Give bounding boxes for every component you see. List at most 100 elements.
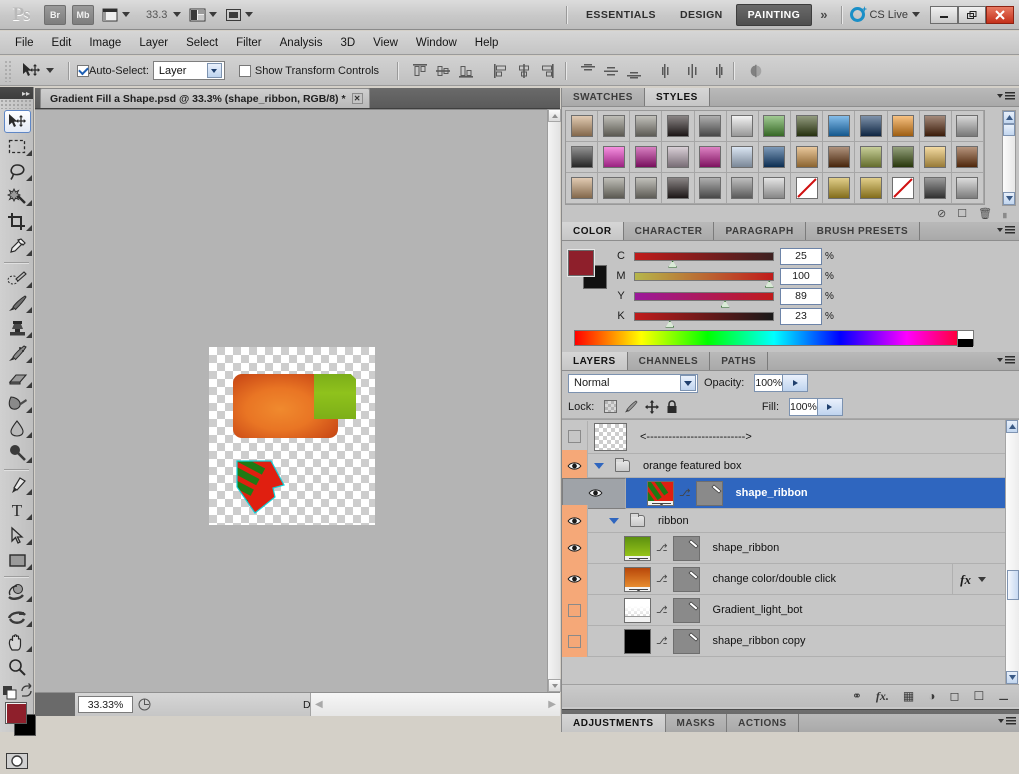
- style-swatch[interactable]: [566, 142, 599, 173]
- tool-3d-camera-rotate[interactable]: [0, 605, 34, 630]
- black-white-swatches[interactable]: [957, 331, 973, 347]
- align-top-edges-icon[interactable]: [412, 63, 428, 79]
- workspace-tab-design[interactable]: DESIGN: [669, 4, 734, 26]
- link-layers-icon[interactable]: ⚭: [852, 689, 862, 703]
- layer-row[interactable]: ribbon: [562, 505, 1019, 536]
- auto-align-layers-icon[interactable]: [748, 63, 764, 79]
- channel-value-k[interactable]: 23: [780, 307, 822, 325]
- style-swatch[interactable]: [791, 173, 824, 204]
- channel-slider-thumb-y[interactable]: [720, 300, 730, 308]
- layer-vector-mask-thumbnail[interactable]: [672, 597, 700, 623]
- layer-vector-mask-thumbnail[interactable]: [695, 480, 723, 506]
- restore-button[interactable]: [958, 5, 986, 24]
- style-swatch[interactable]: [951, 173, 984, 204]
- tab-swatches[interactable]: SWATCHES: [562, 88, 645, 106]
- distribute-vertical-centers-icon[interactable]: [603, 63, 619, 79]
- artboard[interactable]: [209, 347, 375, 525]
- tool-history-brush[interactable]: [0, 341, 34, 366]
- canvas-horizontal-scrollbar[interactable]: ◀ ▶: [310, 693, 560, 716]
- layer-effects-indicator[interactable]: fx: [952, 564, 993, 595]
- tab-actions[interactable]: ACTIONS: [727, 714, 799, 732]
- menu-filter[interactable]: Filter: [227, 35, 271, 51]
- clear-style-icon[interactable]: ⊘: [937, 207, 946, 220]
- channel-slider-y[interactable]: [634, 291, 774, 308]
- style-swatch[interactable]: [855, 111, 888, 142]
- style-swatch[interactable]: [630, 173, 663, 204]
- bottom-panel-menu-button[interactable]: [998, 717, 1016, 725]
- close-button[interactable]: [986, 5, 1014, 24]
- tools-panel-collapse-button[interactable]: ▸▸: [0, 87, 33, 99]
- color-panel-menu-button[interactable]: [997, 226, 1015, 234]
- layer-thumbnail[interactable]: [647, 480, 674, 506]
- scroll-left-button[interactable]: ◀: [315, 699, 323, 710]
- new-layer-icon[interactable]: ☐: [973, 689, 984, 703]
- style-swatch[interactable]: [887, 142, 920, 173]
- tool-move[interactable]: [0, 109, 34, 134]
- tab-paragraph[interactable]: PARAGRAPH: [714, 222, 806, 240]
- align-right-edges-icon[interactable]: [539, 63, 555, 79]
- launch-bridge-button[interactable]: Br: [44, 4, 66, 25]
- tab-color[interactable]: COLOR: [562, 222, 624, 240]
- layer-vector-mask-thumbnail[interactable]: [672, 628, 700, 654]
- tool-preset-chevron-icon[interactable]: [46, 68, 54, 73]
- menu-window[interactable]: Window: [407, 35, 466, 51]
- foreground-color-swatch[interactable]: [568, 250, 594, 276]
- tab-masks[interactable]: MASKS: [665, 714, 728, 732]
- mask-link-icon[interactable]: ⎇: [656, 605, 668, 616]
- style-swatch[interactable]: [694, 142, 727, 173]
- tool-eyedropper[interactable]: [0, 234, 34, 259]
- screen-mode-button[interactable]: [225, 4, 254, 26]
- style-swatch[interactable]: [598, 142, 631, 173]
- channel-slider-k[interactable]: [634, 311, 774, 328]
- layer-thumbnail[interactable]: [594, 422, 627, 451]
- tab-layers[interactable]: LAYERS: [562, 352, 628, 370]
- tab-brush-presets[interactable]: BRUSH PRESETS: [805, 222, 921, 240]
- zoom-percent-input[interactable]: 33.33%: [78, 696, 133, 713]
- layer-visibility-toggle[interactable]: [562, 421, 588, 452]
- canvas-vertical-scrollbar[interactable]: [547, 109, 561, 692]
- layer-visibility-toggle[interactable]: [562, 563, 588, 595]
- distribute-horizontal-centers-icon[interactable]: [684, 63, 700, 79]
- style-swatch[interactable]: [598, 173, 631, 204]
- layer-row-content[interactable]: ⎇ Gradient_light_bot: [588, 595, 1019, 625]
- layer-row[interactable]: ⎇ shape_ribbon copy: [562, 625, 1019, 657]
- align-vertical-centers-icon[interactable]: [435, 63, 451, 79]
- zoom-level-display[interactable]: 33.3: [146, 9, 167, 21]
- layer-row[interactable]: orange featured box: [562, 450, 1019, 481]
- tab-character[interactable]: CHARACTER: [623, 222, 715, 240]
- style-swatch[interactable]: [951, 142, 984, 173]
- auto-select-checkbox[interactable]: [77, 64, 89, 77]
- menu-analysis[interactable]: Analysis: [271, 35, 332, 51]
- align-horizontal-centers-icon[interactable]: [516, 63, 532, 79]
- opacity-slider-button[interactable]: [782, 375, 808, 391]
- delete-layer-icon[interactable]: ⚊: [998, 689, 1009, 703]
- style-swatch[interactable]: [919, 142, 952, 173]
- style-swatch[interactable]: [919, 173, 952, 204]
- resize-grip-icon[interactable]: ▖: [1003, 208, 1010, 219]
- show-transform-controls-checkbox[interactable]: [238, 64, 251, 77]
- tool-spot-healing-brush[interactable]: [0, 266, 34, 291]
- styles-scrollbar[interactable]: [1002, 110, 1016, 206]
- layer-visibility-toggle[interactable]: [562, 594, 588, 626]
- layer-row-content[interactable]: <--------------------------->: [588, 420, 1019, 453]
- tab-styles[interactable]: STYLES: [644, 88, 710, 106]
- group-disclosure-triangle-icon[interactable]: [609, 517, 619, 524]
- menu-layer[interactable]: Layer: [130, 35, 177, 51]
- lock-position-icon[interactable]: [645, 399, 660, 414]
- layer-row-content[interactable]: ⎇ shape_ribbon: [588, 533, 1019, 563]
- tool-horizontal-type[interactable]: T: [0, 498, 34, 523]
- style-swatch[interactable]: [887, 111, 920, 142]
- new-adjustment-layer-icon[interactable]: ◑: [928, 689, 935, 703]
- style-swatch[interactable]: [758, 111, 792, 142]
- tool-clone-stamp[interactable]: [0, 316, 34, 341]
- document-tab[interactable]: Gradient Fill a Shape.psd @ 33.3% (shape…: [40, 88, 370, 108]
- style-swatch[interactable]: [951, 111, 984, 142]
- tool-brush[interactable]: [0, 291, 34, 316]
- style-swatch[interactable]: [791, 142, 824, 173]
- auto-select-scope-select[interactable]: Layer: [152, 61, 225, 80]
- striped-ribbon-shape[interactable]: [235, 457, 297, 517]
- tool-blur[interactable]: [0, 416, 34, 441]
- layer-thumbnail[interactable]: [624, 535, 651, 561]
- close-icon[interactable]: ✕: [351, 93, 363, 104]
- scroll-up-button[interactable]: [548, 109, 561, 122]
